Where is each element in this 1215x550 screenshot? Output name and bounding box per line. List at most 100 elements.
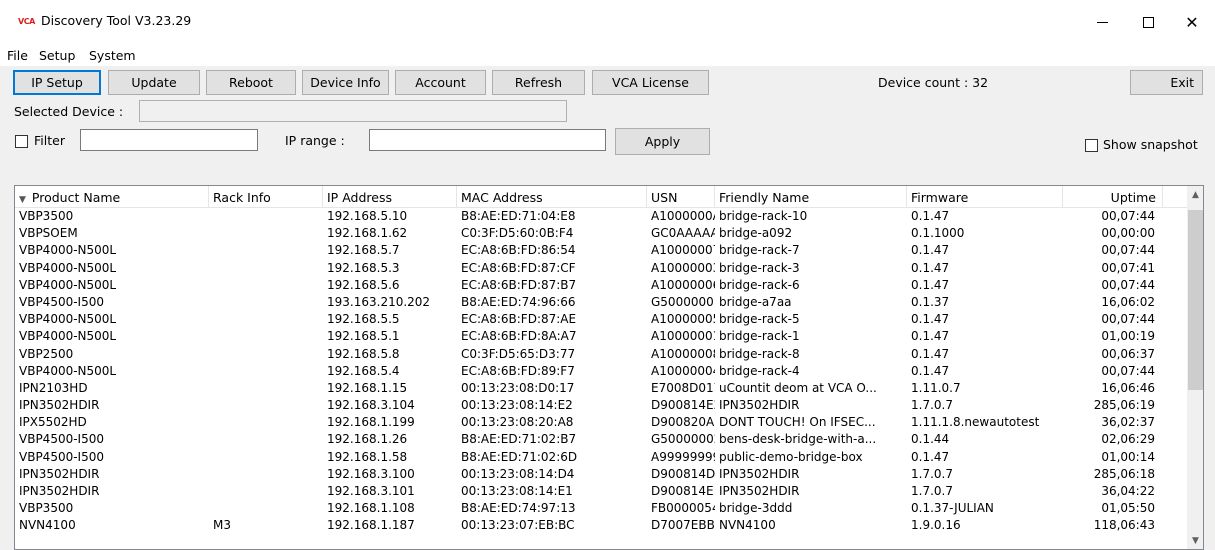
- mac-address-cell: EC:A8:6B:FD:87:B7: [461, 277, 577, 292]
- ip-address-cell: 192.168.1.187: [327, 518, 415, 533]
- usn-cell: FB0000054: [651, 501, 715, 516]
- table-row[interactable]: VBP4000-N500L 192.168.5.6 EC:A8:6B:FD:87:B…: [15, 277, 1187, 294]
- table-row[interactable]: VBP4000-N500L 192.168.5.4 EC:A8:6B:FD:89:F…: [15, 363, 1187, 380]
- table-row[interactable]: VBP4500-I500 192.168.1.58 B8:AE:ED:71:02:6…: [15, 449, 1187, 466]
- friendly-name-cell: bridge-rack-4: [719, 363, 800, 378]
- column-ip-address[interactable]: IP Address: [323, 186, 457, 208]
- usn-cell: A10000004: [651, 363, 715, 378]
- product-name-cell: VBP4000-N500L: [19, 260, 117, 275]
- table-row[interactable]: VBP4500-I500 193.163.210.202 B8:AE:ED:74:9…: [15, 294, 1187, 311]
- firmware-cell: 0.1.47: [911, 243, 950, 258]
- uptime-cell: 00,00:00: [1101, 226, 1155, 241]
- product-name-cell: IPN3502HDIR: [19, 398, 100, 413]
- table-header: ▼ Product Name Rack Info IP Address MAC A…: [15, 186, 1187, 208]
- usn-cell: A99999999: [651, 449, 715, 464]
- exit-button[interactable]: Exit: [1130, 70, 1203, 95]
- column-friendly-name[interactable]: Friendly Name: [715, 186, 907, 208]
- scroll-down-icon[interactable]: ▼: [1187, 532, 1203, 549]
- ip-address-cell: 192.168.1.62: [327, 226, 408, 241]
- filter-checkbox[interactable]: [15, 135, 28, 148]
- column-filler: [1163, 186, 1187, 208]
- friendly-name-cell: uCountit deom at VCA O...: [719, 380, 877, 395]
- account-button[interactable]: Account: [395, 70, 486, 95]
- uptime-cell: 00,07:44: [1101, 243, 1155, 258]
- window-title: Discovery Tool V3.23.29: [41, 13, 192, 28]
- column-usn[interactable]: USN: [647, 186, 715, 208]
- usn-cell: D900814E2: [651, 398, 715, 413]
- uptime-cell: 01,00:19: [1101, 329, 1155, 344]
- ip-address-cell: 192.168.3.101: [327, 484, 415, 498]
- firmware-cell: 0.1.47: [911, 312, 950, 327]
- friendly-name-cell: bens-desk-bridge-with-a...: [719, 432, 877, 447]
- column-product-name[interactable]: ▼ Product Name: [15, 186, 209, 208]
- usn-cell: A10000006: [651, 277, 715, 292]
- firmware-cell: 0.1.47: [911, 209, 950, 223]
- table-row[interactable]: VBP4000-N500L 192.168.5.3 EC:A8:6B:FD:87:C…: [15, 260, 1187, 277]
- update-button[interactable]: Update: [108, 70, 200, 95]
- mac-address-cell: 00:13:23:08:14:E2: [461, 398, 573, 413]
- uptime-cell: 00,07:44: [1101, 209, 1155, 223]
- table-row[interactable]: NVN4100 M3 192.168.1.187 00:13:23:07:EB:BC D…: [15, 517, 1187, 534]
- reboot-button[interactable]: Reboot: [206, 70, 296, 95]
- menu-file[interactable]: File: [7, 48, 28, 63]
- table-row[interactable]: IPN2103HD 192.168.1.15 00:13:23:08:D0:17 E7…: [15, 380, 1187, 397]
- maximize-button[interactable]: [1125, 0, 1171, 44]
- vca-license-button[interactable]: VCA License: [592, 70, 709, 95]
- table-row[interactable]: VBP2500 192.168.5.8 C0:3F:D5:65:D3:77 A1000…: [15, 346, 1187, 363]
- table-row[interactable]: IPN3502HDIR 192.168.3.104 00:13:23:08:14:E…: [15, 397, 1187, 414]
- close-button[interactable]: ✕: [1169, 0, 1215, 44]
- column-mac-address[interactable]: MAC Address: [457, 186, 647, 208]
- product-name-cell: VBP3500: [19, 209, 74, 223]
- table-row[interactable]: IPN3502HDIR 192.168.3.100 00:13:23:08:14:D…: [15, 466, 1187, 483]
- ip-setup-button[interactable]: IP Setup: [13, 70, 101, 95]
- firmware-cell: 0.1.47: [911, 329, 950, 344]
- filter-input[interactable]: [80, 129, 258, 151]
- firmware-cell: 0.1.47: [911, 346, 950, 361]
- vertical-scrollbar[interactable]: ▲ ▼: [1187, 186, 1203, 549]
- menu-system[interactable]: System: [89, 48, 136, 63]
- friendly-name-cell: NVN4100: [719, 518, 776, 533]
- ip-range-label: IP range :: [285, 133, 345, 148]
- close-icon: ✕: [1185, 12, 1199, 32]
- uptime-cell: 00,07:41: [1101, 260, 1155, 275]
- friendly-name-cell: bridge-rack-8: [719, 346, 800, 361]
- product-name-cell: IPN3502HDIR: [19, 466, 100, 481]
- device-info-button[interactable]: Device Info: [302, 70, 389, 95]
- ip-address-cell: 192.168.3.100: [327, 466, 415, 481]
- ip-address-cell: 192.168.5.5: [327, 312, 400, 327]
- mac-address-cell: 00:13:23:08:14:D4: [461, 466, 575, 481]
- product-name-cell: NVN4100: [19, 518, 76, 533]
- table-row[interactable]: VBP4000-N500L 192.168.5.5 EC:A8:6B:FD:87:A…: [15, 311, 1187, 328]
- usn-cell: A10000001: [651, 329, 715, 344]
- ip-range-input[interactable]: [369, 129, 606, 151]
- apply-button[interactable]: Apply: [615, 128, 710, 155]
- table-row[interactable]: VBPSOEM 192.168.1.62 C0:3F:D5:60:0B:F4 GC0A…: [15, 225, 1187, 242]
- show-snapshot-checkbox[interactable]: [1085, 139, 1098, 152]
- firmware-cell: 1.9.0.16: [911, 518, 961, 533]
- mac-address-cell: 00:13:23:08:D0:17: [461, 380, 575, 395]
- table-row[interactable]: IPX5502HD 192.168.1.199 00:13:23:08:20:A8 D…: [15, 414, 1187, 431]
- table-row[interactable]: VBP3500 192.168.1.108 B8:AE:ED:74:97:13 FB0…: [15, 500, 1187, 517]
- column-uptime[interactable]: Uptime: [1063, 186, 1163, 208]
- table-row[interactable]: IPN3502HDIR 192.168.3.101 00:13:23:08:14:E…: [15, 483, 1187, 500]
- friendly-name-cell: bridge-rack-3: [719, 260, 800, 275]
- product-name-cell: VBP4500-I500: [19, 449, 104, 464]
- rack-info-cell: M3: [213, 518, 231, 533]
- column-rack-info[interactable]: Rack Info: [209, 186, 323, 208]
- product-name-cell: VBP4000-N500L: [19, 312, 117, 327]
- menu-setup[interactable]: Setup: [39, 48, 75, 63]
- product-name-cell: VBP4000-N500L: [19, 277, 117, 292]
- refresh-button[interactable]: Refresh: [492, 70, 585, 95]
- table-row[interactable]: VBP4000-N500L 192.168.5.7 EC:A8:6B:FD:86:5…: [15, 242, 1187, 259]
- scroll-thumb[interactable]: [1188, 210, 1203, 390]
- friendly-name-cell: IPN3502HDIR: [719, 484, 800, 498]
- minimize-button[interactable]: [1079, 0, 1125, 44]
- table-row[interactable]: VBP3500 192.168.5.10 B8:AE:ED:71:04:E8 A100…: [15, 208, 1187, 225]
- column-firmware[interactable]: Firmware: [907, 186, 1063, 208]
- mac-address-cell: EC:A8:6B:FD:87:AE: [461, 312, 577, 327]
- table-row[interactable]: VBP4000-N500L 192.168.5.1 EC:A8:6B:FD:8A:A…: [15, 328, 1187, 345]
- mac-address-cell: C0:3F:D5:65:D3:77: [461, 346, 576, 361]
- scroll-up-icon[interactable]: ▲: [1187, 186, 1203, 203]
- table-row[interactable]: VBP4500-I500 192.168.1.26 B8:AE:ED:71:02:B…: [15, 431, 1187, 448]
- product-name-cell: VBP3500: [19, 501, 74, 516]
